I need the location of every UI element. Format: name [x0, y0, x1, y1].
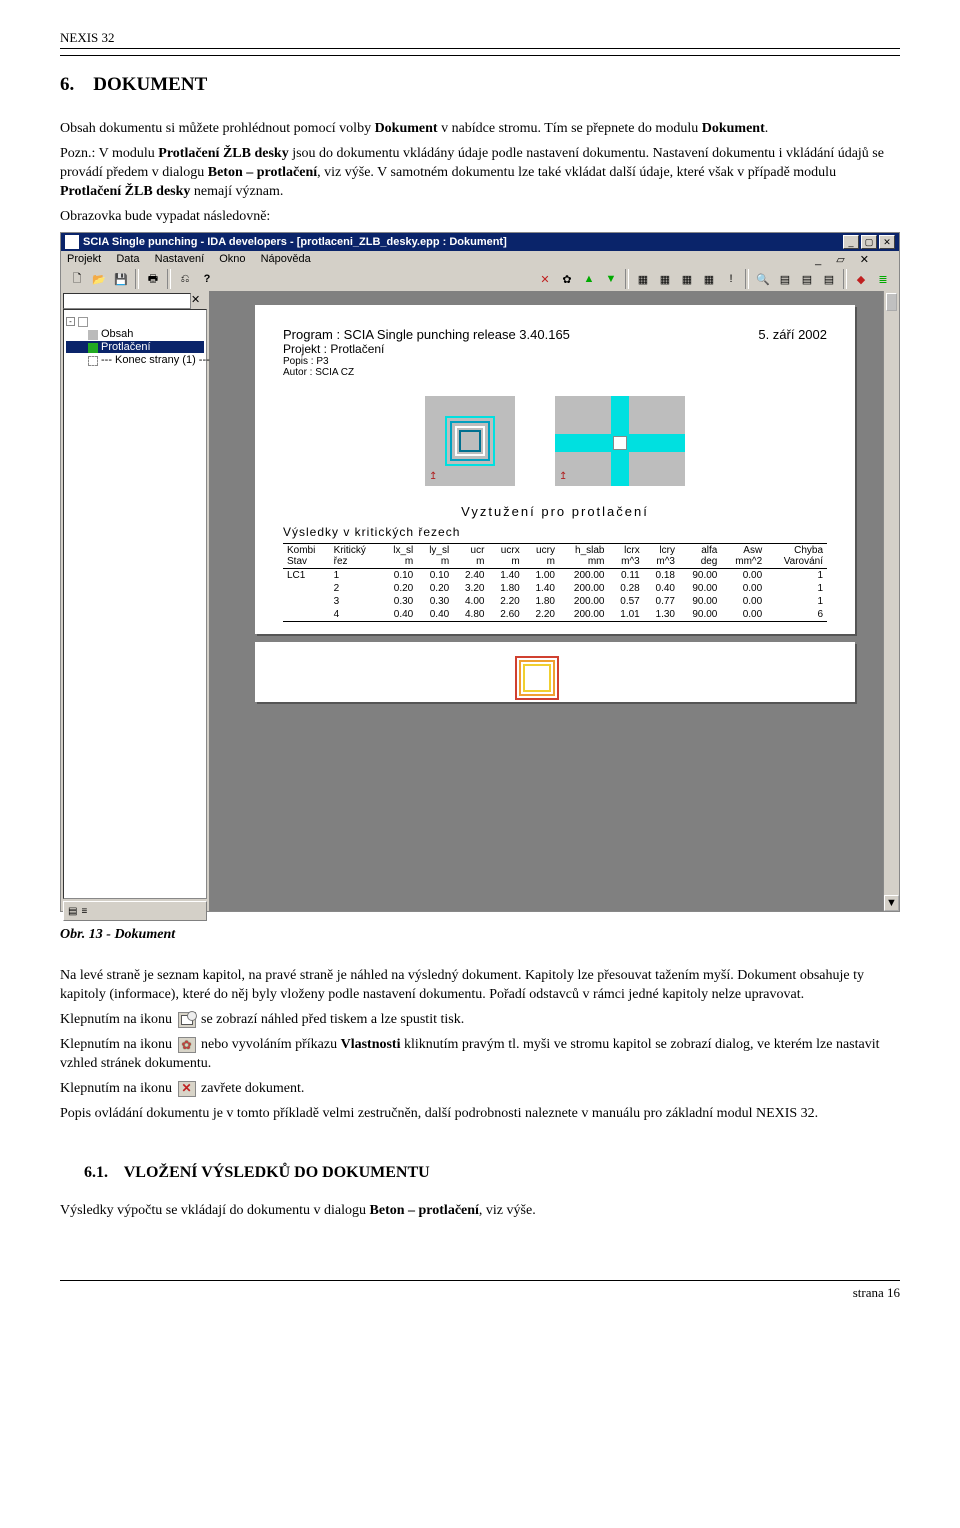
axis-icon: ↥ — [429, 471, 437, 482]
undo-button[interactable]: ⎌ — [175, 269, 195, 289]
tree-bottom-button[interactable]: ▤ ≡ — [63, 901, 207, 921]
new-button[interactable]: 🗋 — [67, 269, 87, 289]
results-title: Výsledky v kritických řezech — [283, 525, 827, 539]
menu-napoveda[interactable]: Nápověda — [261, 253, 311, 265]
diagram-interior: ↥ — [425, 396, 515, 486]
autor-line: Autor : SCIA CZ — [283, 367, 827, 378]
save-button[interactable]: 💾 — [111, 269, 131, 289]
paragraph: Na levé straně je seznam kapitol, na pra… — [60, 967, 900, 1005]
vertical-scrollbar[interactable]: ▼ — [883, 291, 899, 911]
tree-item-endpage[interactable]: --- Konec strany (1) --- — [66, 354, 204, 366]
popis-line: Popis : P3 — [283, 356, 827, 367]
paragraph: Pozn.: V modulu Protlačení ŽLB desky jso… — [60, 145, 900, 202]
axis-icon: ↥ — [559, 471, 567, 482]
properties-icon — [178, 1037, 196, 1053]
menubar[interactable]: Projekt Data Nastavení Okno Nápověda _ ▱… — [61, 251, 899, 267]
figure-caption: Obr. 13 - Dokument — [60, 926, 900, 945]
paragraph: Obsah dokumentu si můžete prohlédnout po… — [60, 120, 900, 139]
menu-projekt[interactable]: Projekt — [67, 253, 101, 265]
menu-nastaveni[interactable]: Nastavení — [155, 253, 205, 265]
minimize-button[interactable]: _ — [843, 235, 859, 249]
maximize-button[interactable]: ▢ — [861, 235, 877, 249]
section-heading: 6. DOKUMENT — [60, 74, 900, 96]
rule — [60, 48, 900, 49]
tree-item-obsah[interactable]: Obsah — [66, 328, 204, 340]
paragraph: Výsledky výpočtu se vkládají do dokument… — [60, 1202, 900, 1221]
tool-icon[interactable]: ▤ — [775, 269, 795, 289]
subsection-number: 6.1. — [84, 1164, 108, 1181]
window-title: SCIA Single punching - IDA developers - … — [83, 236, 841, 248]
close-icon — [178, 1081, 196, 1097]
subsection-title: VLOŽENÍ VÝSLEDKŮ DO DOKUMENTU — [124, 1164, 430, 1181]
separator — [843, 269, 847, 289]
document-page: Program : SCIA Single punching release 3… — [255, 305, 855, 634]
date-line: 5. září 2002 — [758, 327, 827, 342]
section-number: 6. — [60, 74, 74, 95]
rule — [60, 55, 900, 56]
scroll-down-arrow[interactable]: ▼ — [884, 895, 899, 911]
preview-icon — [178, 1012, 196, 1028]
diagrams-row: ↥ ↥ — [283, 396, 827, 486]
separator — [167, 269, 171, 289]
workspace: ✕ - Obsah Protlačení --- Konec strany (1… — [61, 291, 899, 911]
close-button[interactable]: ✕ — [879, 235, 895, 249]
help-button[interactable]: ? — [197, 269, 217, 289]
paragraph: Klepnutím na ikonu zavřete dokument. — [60, 1080, 900, 1099]
open-button[interactable]: 📂 — [89, 269, 109, 289]
app-screenshot: SCIA Single punching - IDA developers - … — [60, 232, 900, 912]
menu-okno[interactable]: Okno — [219, 253, 245, 265]
subsection-heading: 6.1. VLOŽENÍ VÝSLEDKŮ DO DOKUMENTU — [84, 1164, 900, 1182]
document-page-2 — [255, 642, 855, 702]
chapter-tree[interactable]: - Obsah Protlačení --- Konec strany (1) … — [63, 309, 207, 899]
app-icon — [65, 235, 79, 249]
tree-item-protlaceni[interactable]: Protlačení — [66, 341, 204, 353]
tree-panel: ✕ - Obsah Protlačení --- Konec strany (1… — [61, 291, 211, 911]
separator — [625, 269, 629, 289]
paragraph: Popis ovládání dokumentu je v tomto přík… — [60, 1105, 900, 1124]
separator — [745, 269, 749, 289]
props-button[interactable]: ✿ — [557, 269, 577, 289]
mdi-minimize[interactable]: _ — [815, 254, 821, 266]
tool-icon[interactable]: ▦ — [655, 269, 675, 289]
menu-data[interactable]: Data — [116, 253, 139, 265]
tree-close-icon[interactable]: ✕ — [191, 293, 207, 309]
print-button[interactable]: 🖶 — [143, 269, 163, 289]
tool-icon[interactable]: ! — [721, 269, 741, 289]
separator — [135, 269, 139, 289]
window-titlebar[interactable]: SCIA Single punching - IDA developers - … — [61, 233, 899, 251]
manual-header: NEXIS 32 — [60, 30, 900, 46]
program-line: Program : SCIA Single punching release 3… — [283, 327, 570, 342]
section-title: DOKUMENT — [93, 74, 207, 95]
paragraph: Obrazovka bude vypadat následovně: — [60, 208, 900, 227]
close-doc-button[interactable]: ✕ — [535, 269, 555, 289]
tool-icon[interactable]: ▦ — [677, 269, 697, 289]
mdi-restore[interactable]: ▱ — [836, 254, 844, 266]
tool-icon[interactable]: ▦ — [699, 269, 719, 289]
reinforcement-title: Vyztužení pro protlačení — [283, 504, 827, 519]
diagram-edge: ↥ — [555, 396, 685, 486]
preview-button[interactable]: 🔍 — [753, 269, 773, 289]
document-preview[interactable]: Program : SCIA Single punching release 3… — [211, 291, 899, 911]
tree-root[interactable]: - — [66, 315, 204, 327]
results-table: KombiStavKritickýřezlx_slmly_slmucrmucrx… — [283, 543, 827, 622]
project-line: Projekt : Protlačení — [283, 342, 827, 356]
tool-icon[interactable]: ◆ — [851, 269, 871, 289]
tool-icon[interactable]: ▤ — [797, 269, 817, 289]
mdi-close[interactable]: ✕ — [860, 254, 869, 266]
scroll-thumb[interactable] — [886, 293, 897, 311]
paragraph: Klepnutím na ikonu nebo vyvoláním příkaz… — [60, 1036, 900, 1074]
nav-up-button[interactable]: ▲ — [579, 269, 599, 289]
tool-icon[interactable]: ▤ — [819, 269, 839, 289]
toolbar: 🗋 📂 💾 🖶 ⎌ ? ✕ ✿ ▲ ▼ ▦ ▦ ▦ ▦ ! 🔍 ▤ ▤ ▤ ◆ … — [61, 267, 899, 291]
tool-icon[interactable]: ▦ — [633, 269, 653, 289]
paragraph: Klepnutím na ikonu se zobrazí náhled pře… — [60, 1011, 900, 1030]
tool-icon[interactable]: ≣ — [873, 269, 893, 289]
nav-down-button[interactable]: ▼ — [601, 269, 621, 289]
page-footer: strana 16 — [60, 1280, 900, 1301]
